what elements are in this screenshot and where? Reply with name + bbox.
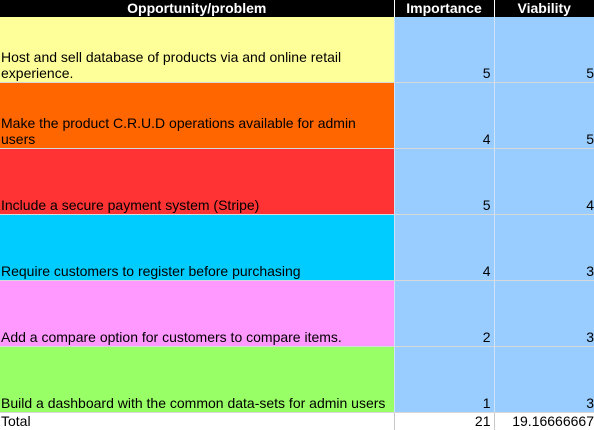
table-row: Build a dashboard with the common data-s… [0, 347, 594, 413]
total-importance[interactable]: 21 [394, 413, 494, 430]
viability-cell[interactable]: 3 [494, 215, 594, 281]
importance-cell[interactable]: 4 [394, 215, 494, 281]
table-row: Include a secure payment system (Stripe)… [0, 149, 594, 215]
importance-cell[interactable]: 4 [394, 83, 494, 149]
total-row: Total 21 19.16666667 [0, 413, 594, 430]
opportunity-cell[interactable]: Add a compare option for customers to co… [0, 281, 394, 347]
viability-cell[interactable]: 3 [494, 347, 594, 413]
table-row: Add a compare option for customers to co… [0, 281, 594, 347]
importance-cell[interactable]: 5 [394, 17, 494, 83]
header-row: Opportunity/problem Importance Viability [0, 0, 594, 17]
table-row: Make the product C.R.U.D operations avai… [0, 83, 594, 149]
table-row: Require customers to register before pur… [0, 215, 594, 281]
header-opportunity[interactable]: Opportunity/problem [0, 0, 394, 17]
viability-cell[interactable]: 5 [494, 83, 594, 149]
spreadsheet: Opportunity/problem Importance Viability… [0, 0, 594, 427]
opportunity-cell[interactable]: Build a dashboard with the common data-s… [0, 347, 394, 413]
header-viability[interactable]: Viability [494, 0, 594, 17]
total-viability[interactable]: 19.16666667 [494, 413, 594, 430]
viability-cell[interactable]: 5 [494, 17, 594, 83]
importance-cell[interactable]: 2 [394, 281, 494, 347]
opportunity-cell[interactable]: Make the product C.R.U.D operations avai… [0, 83, 394, 149]
opportunity-table: Opportunity/problem Importance Viability… [0, 0, 594, 430]
opportunity-cell[interactable]: Require customers to register before pur… [0, 215, 394, 281]
viability-cell[interactable]: 4 [494, 149, 594, 215]
header-importance[interactable]: Importance [394, 0, 494, 17]
opportunity-cell[interactable]: Include a secure payment system (Stripe) [0, 149, 394, 215]
importance-cell[interactable]: 1 [394, 347, 494, 413]
total-label[interactable]: Total [0, 413, 394, 430]
opportunity-cell[interactable]: Host and sell database of products via a… [0, 17, 394, 83]
viability-cell[interactable]: 3 [494, 281, 594, 347]
importance-cell[interactable]: 5 [394, 149, 494, 215]
table-row: Host and sell database of products via a… [0, 17, 594, 83]
